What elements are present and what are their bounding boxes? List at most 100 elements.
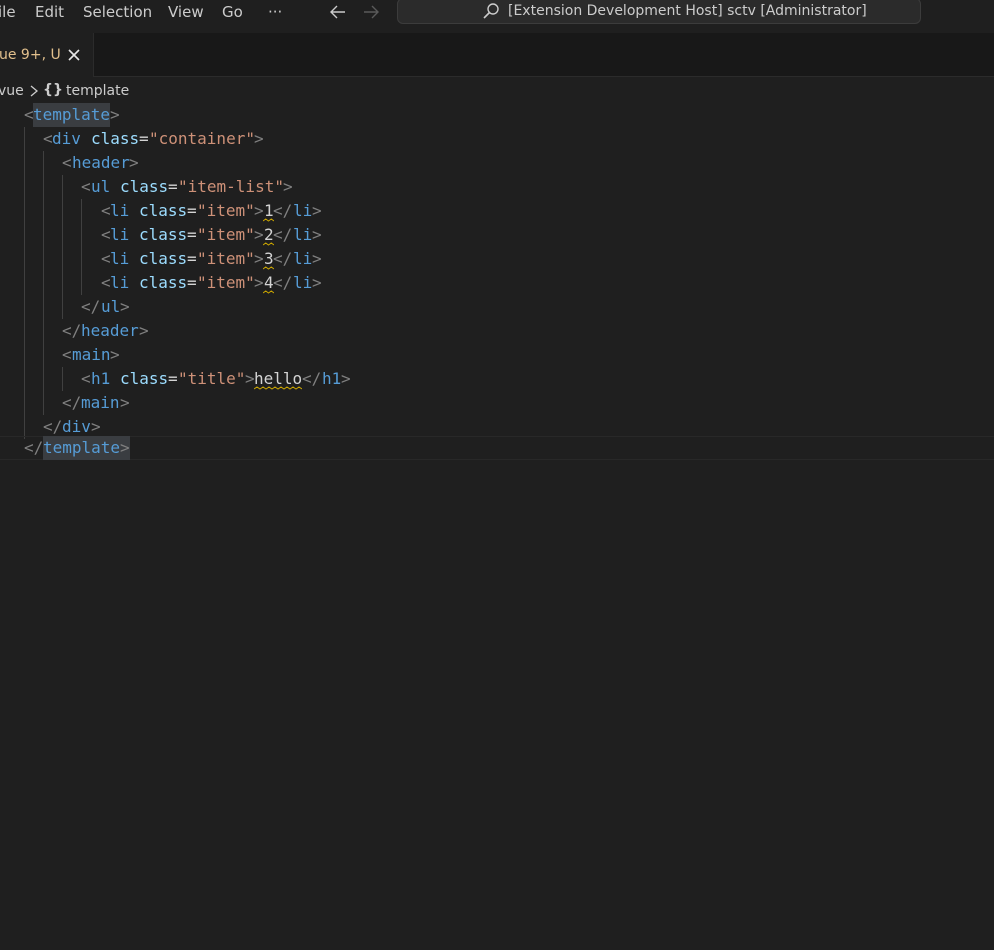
code-token: > bbox=[312, 225, 322, 244]
code-token: > bbox=[120, 297, 130, 316]
code-line: < h1 class = "title" > hello </ h1 > bbox=[0, 367, 994, 391]
code-line: < li class = "item" > 4 </ li > bbox=[0, 271, 994, 295]
code-token: > bbox=[110, 105, 120, 124]
code-token: = bbox=[187, 201, 197, 220]
warning-squiggle bbox=[263, 290, 274, 294]
code-token: "container" bbox=[149, 129, 255, 148]
code-token: < bbox=[62, 153, 72, 172]
code-token: = bbox=[168, 177, 178, 196]
code-token: </ bbox=[24, 438, 44, 457]
code-token: > bbox=[254, 129, 264, 148]
warning-squiggle bbox=[263, 218, 274, 222]
code-token: li bbox=[110, 201, 130, 220]
breadcrumb: vue {} template bbox=[0, 80, 994, 102]
code-token: </ bbox=[273, 273, 293, 292]
code-token: template bbox=[43, 436, 121, 460]
code-token: > bbox=[341, 369, 351, 388]
warning-squiggle bbox=[254, 386, 302, 390]
code-token: ul bbox=[101, 297, 121, 316]
forward-arrow-icon[interactable] bbox=[361, 2, 381, 22]
code-token: > bbox=[139, 321, 149, 340]
code-token: < bbox=[81, 177, 91, 196]
code-token: < bbox=[81, 369, 91, 388]
code-token: "item" bbox=[197, 201, 255, 220]
code-token: "item" bbox=[197, 249, 255, 268]
code-token: "item" bbox=[197, 225, 255, 244]
code-token: "item-list" bbox=[178, 177, 284, 196]
code-token: </ bbox=[62, 393, 82, 412]
code-token: class bbox=[139, 273, 188, 292]
menu-view[interactable]: View bbox=[168, 0, 204, 24]
code-token: h1 bbox=[322, 369, 342, 388]
menu-selection[interactable]: Selection bbox=[83, 0, 152, 24]
breadcrumb-symbol[interactable]: template bbox=[66, 80, 129, 102]
code-token: </ bbox=[62, 321, 82, 340]
code-token: = bbox=[139, 129, 149, 148]
code-token: class bbox=[91, 129, 140, 148]
code-token: > bbox=[312, 201, 322, 220]
code-token: li bbox=[293, 201, 313, 220]
code-token: </ bbox=[273, 225, 293, 244]
code-token: header bbox=[72, 153, 130, 172]
code-token: </ bbox=[273, 201, 293, 220]
code-line: </ header > bbox=[0, 319, 994, 343]
code-editor[interactable]: < template > < div class = "container" >… bbox=[0, 103, 994, 950]
close-icon[interactable] bbox=[66, 47, 82, 63]
code-line: < div class = "container" > bbox=[0, 127, 994, 151]
code-token: header bbox=[81, 321, 139, 340]
code-line: < li class = "item" > 1 </ li > bbox=[0, 199, 994, 223]
tab-bar: ue 9+, U bbox=[0, 33, 994, 77]
code-token: < bbox=[62, 345, 72, 364]
code-token: li bbox=[293, 273, 313, 292]
code-token: class bbox=[139, 201, 188, 220]
code-line: </ ul > bbox=[0, 295, 994, 319]
code-line: < li class = "item" > 3 </ li > bbox=[0, 247, 994, 271]
code-token: h1 bbox=[91, 369, 111, 388]
code-token: > bbox=[110, 345, 120, 364]
code-token: </ bbox=[273, 249, 293, 268]
code-line: < main > bbox=[0, 343, 994, 367]
code-token: main bbox=[81, 393, 120, 412]
code-line: < template > bbox=[0, 103, 994, 127]
code-token: li bbox=[293, 225, 313, 244]
menu-go[interactable]: Go bbox=[222, 0, 243, 24]
code-token: = bbox=[168, 369, 178, 388]
code-token: class bbox=[120, 177, 169, 196]
code-token: class bbox=[120, 369, 169, 388]
command-center-search[interactable]: [Extension Development Host] sctv [Admin… bbox=[397, 0, 921, 24]
chevron-right-icon bbox=[30, 85, 39, 97]
code-token: li bbox=[110, 225, 130, 244]
code-token: > bbox=[129, 153, 139, 172]
menu-more[interactable]: ··· bbox=[268, 0, 282, 24]
code-token: = bbox=[187, 249, 197, 268]
title-bar: ile Edit Selection View Go ··· [Extensio… bbox=[0, 0, 994, 33]
tab-label: ue 9+, U bbox=[0, 47, 61, 63]
code-token: template bbox=[33, 103, 111, 127]
code-token: li bbox=[293, 249, 313, 268]
code-line: < ul class = "item-list" > bbox=[0, 175, 994, 199]
search-icon bbox=[483, 3, 499, 19]
editor-tab-active[interactable]: ue 9+, U bbox=[0, 33, 94, 77]
code-token: div bbox=[52, 129, 81, 148]
back-arrow-icon[interactable] bbox=[328, 2, 348, 22]
code-token: main bbox=[72, 345, 111, 364]
code-token: > bbox=[312, 249, 322, 268]
code-token: "item" bbox=[197, 273, 255, 292]
symbol-braces-icon: {} bbox=[43, 82, 63, 98]
code-token: class bbox=[139, 249, 188, 268]
code-token: li bbox=[110, 273, 130, 292]
warning-squiggle bbox=[263, 242, 274, 246]
code-token: > bbox=[120, 436, 130, 460]
command-center-title: [Extension Development Host] sctv [Admin… bbox=[508, 3, 867, 19]
code-token: </ bbox=[302, 369, 322, 388]
breadcrumb-file[interactable]: vue bbox=[0, 80, 24, 102]
menu-edit[interactable]: Edit bbox=[35, 0, 64, 24]
code-token: = bbox=[187, 273, 197, 292]
code-token: ul bbox=[91, 177, 111, 196]
vscode-window: ile Edit Selection View Go ··· [Extensio… bbox=[0, 0, 994, 950]
code-line: </ main > bbox=[0, 391, 994, 415]
menu-file[interactable]: ile bbox=[0, 0, 16, 24]
code-line: < li class = "item" > 2 </ li > bbox=[0, 223, 994, 247]
code-token: > bbox=[283, 177, 293, 196]
code-token: > bbox=[312, 273, 322, 292]
